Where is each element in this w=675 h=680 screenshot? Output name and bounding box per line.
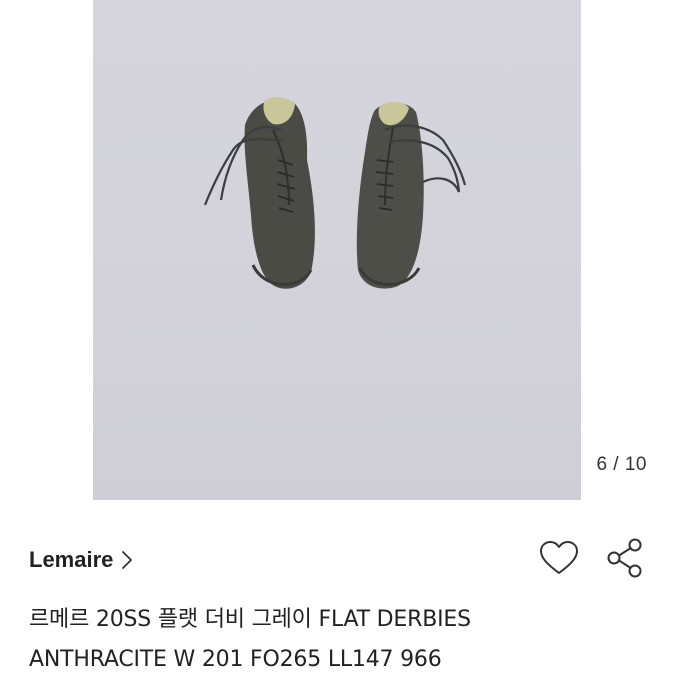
image-counter: 6 / 10 bbox=[596, 454, 647, 475]
product-photo[interactable] bbox=[93, 0, 581, 500]
brand-link[interactable]: Lemaire bbox=[29, 547, 133, 573]
product-title-line-1: 르메르 20SS 플랫 더비 그레이 FLAT DERBIES bbox=[29, 607, 471, 632]
share-button[interactable] bbox=[603, 538, 647, 582]
product-title: 르메르 20SS 플랫 더비 그레이 FLAT DERBIES ANTHRACI… bbox=[29, 600, 649, 680]
shoes-illustration bbox=[203, 97, 467, 289]
brand-name: Lemaire bbox=[29, 547, 114, 572]
right-shoe bbox=[356, 101, 467, 289]
share-icon bbox=[606, 538, 644, 583]
like-button[interactable] bbox=[537, 538, 581, 582]
heart-outline-icon bbox=[539, 540, 579, 581]
brand-row: Lemaire bbox=[29, 538, 649, 584]
chevron-right-icon bbox=[121, 550, 133, 570]
left-shoe bbox=[203, 97, 315, 289]
product-title-line-2: ANTHRACITE W 201 FO265 LL147 966 bbox=[29, 647, 442, 672]
product-image-gallery[interactable]: 6 / 10 bbox=[0, 0, 675, 500]
